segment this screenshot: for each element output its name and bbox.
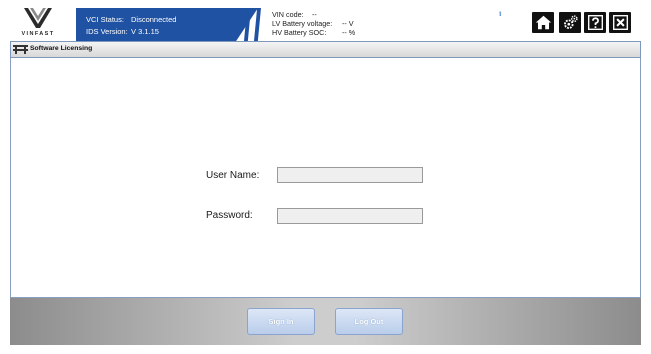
window-title-bar: Software Licensing [10,41,641,58]
vin-code: VIN code: -- [272,10,317,19]
vci-status: VCI Status: Disconnected [86,15,176,24]
login-form-area: User Name: Password: [10,58,641,298]
footer-bar: Sign In Log Out [10,298,641,345]
vci-status-label: VCI Status: [86,15,124,24]
vinfast-logo: VINFAST [8,4,68,38]
ids-version-value: V 3.1.15 [131,27,159,36]
password-input[interactable] [277,208,423,224]
hv-battery-value: -- % [342,28,356,37]
app-header: VINFAST VCI Status: Disconnected IDS Ver… [0,0,651,41]
vin-code-value: -- [312,10,317,19]
password-label: Password: [206,210,253,221]
log-out-button[interactable]: Log Out [335,308,403,335]
logo-text: VINFAST [21,31,55,37]
username-input[interactable] [277,167,423,183]
lv-battery-label: LV Battery voltage: [272,19,333,28]
sign-in-button[interactable]: Sign In [247,308,315,335]
vci-status-value: Disconnected [131,15,177,24]
home-icon[interactable] [532,12,554,33]
page-title: Software Licensing [30,45,93,52]
lv-battery-value: -- V [342,19,354,28]
header-stripe [254,8,261,41]
help-icon[interactable] [584,12,606,33]
close-icon[interactable] [609,12,631,33]
gear-icon[interactable] [559,12,581,33]
lv-battery: LV Battery voltage: -- V [272,19,354,28]
vinfast-logo-mark [24,8,52,28]
ids-version-label: IDS Version: [86,27,128,36]
software-licensing-icon [13,45,28,54]
signal-bars-icon: 'ıll [499,12,502,18]
vin-code-label: VIN code: [272,10,304,19]
ids-version: IDS Version: V 3.1.15 [86,27,159,36]
hv-battery: HV Battery SOC: -- % [272,28,355,37]
hv-battery-label: HV Battery SOC: [272,28,327,37]
username-label: User Name: [206,170,260,181]
status-panel [76,8,258,41]
